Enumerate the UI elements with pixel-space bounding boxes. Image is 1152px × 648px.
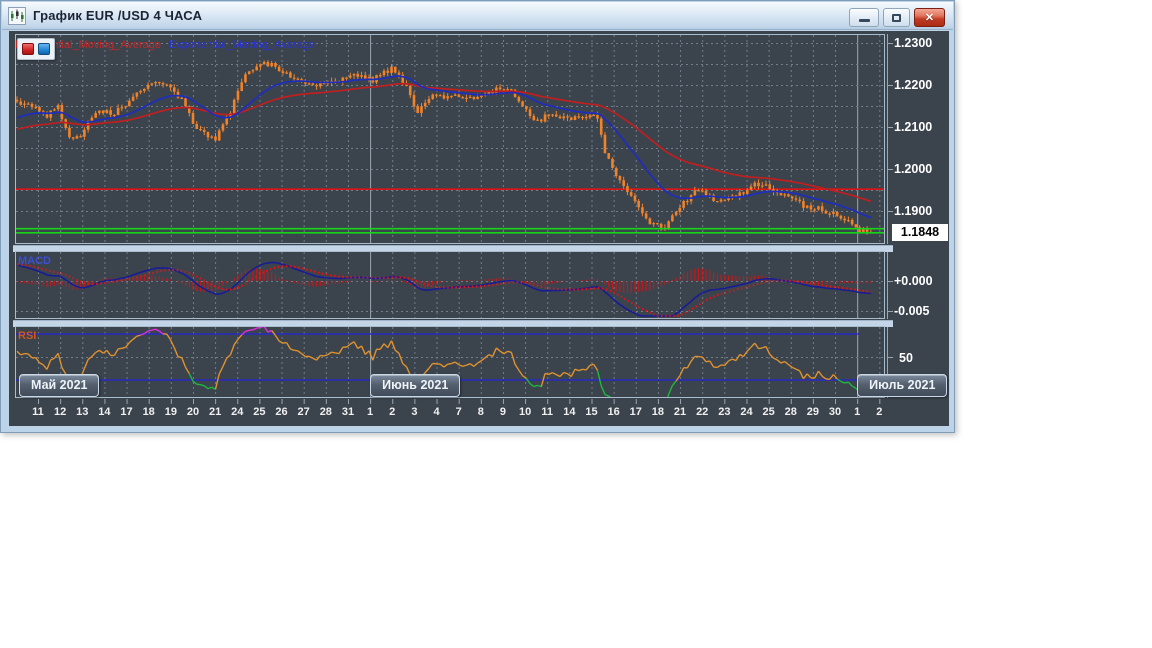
blue-swatch-button[interactable] [38, 43, 50, 55]
macd-axis-lower: -0.005 [894, 304, 930, 318]
price-axis-label: 1.2000 [894, 162, 933, 176]
legend-ema-blue: Exponential_Moving_Average [168, 39, 315, 51]
macd-label: MACD [18, 255, 51, 267]
current-price-tag: 1.1848 [892, 224, 948, 241]
price-axis-label: 1.1900 [894, 204, 933, 218]
price-axis-label: 1.2100 [894, 120, 933, 134]
panel-gap-2 [13, 319, 893, 327]
panel-gap-1 [13, 244, 893, 252]
month-button[interactable]: Май 2021 [19, 374, 100, 397]
rsi-label: RSI [18, 330, 37, 342]
chart-window: График EUR /USD 4 ЧАСА ✕ Exponential_Mov… [0, 0, 956, 434]
indicator-color-box [17, 38, 55, 60]
red-swatch-button[interactable] [22, 43, 34, 55]
month-button[interactable]: Июль 2021 [857, 374, 948, 397]
price-axis-label: 1.2300 [894, 36, 933, 50]
month-button[interactable]: Июнь 2021 [370, 374, 461, 397]
indicator-legend: Exponential_Moving_Average Exponential_M… [15, 39, 315, 51]
chart-canvas[interactable] [1, 1, 956, 434]
price-axis-label: 1.2200 [894, 78, 933, 92]
macd-axis-upper: +0.000 [894, 274, 933, 288]
desktop: График EUR /USD 4 ЧАСА ✕ Exponential_Mov… [0, 0, 1152, 648]
date-label: 2 [876, 406, 883, 418]
chart-client-area: Exponential_Moving_Average Exponential_M… [1, 1, 956, 434]
rsi-axis-50: 50 [899, 351, 913, 365]
date-axis: 11 12 13 14 17 18 19 20 21 24 25 26 27 28 31 1 2 3 4 7 8 9 10 1… [9, 406, 909, 422]
